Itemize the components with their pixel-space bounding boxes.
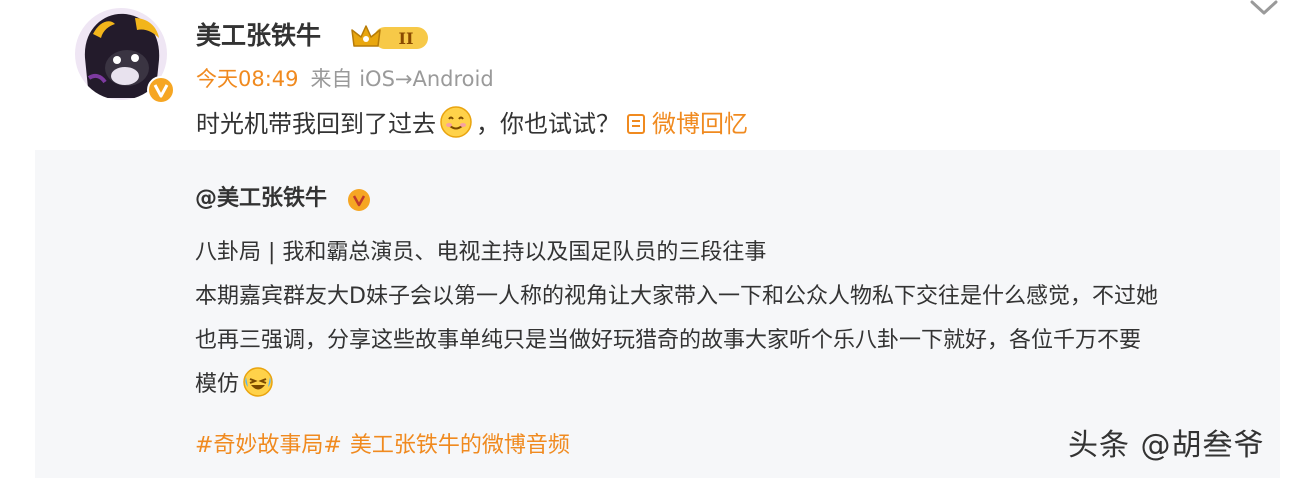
- username[interactable]: 美工张铁牛: [196, 21, 321, 51]
- audio-link[interactable]: 美工张铁牛的微博音频: [350, 433, 570, 458]
- post-source: 来自 iOS→Android: [310, 67, 494, 91]
- watermark: 头条 @胡叁爷: [1068, 428, 1265, 463]
- repost-line: 也再三强调，分享这些故事单纯只是当做好玩猎奇的故事大家听个乐八卦一下就好，各位千…: [195, 328, 1142, 353]
- verified-badge-icon: [147, 76, 175, 104]
- repost-line-last: 模仿: [195, 363, 1255, 407]
- topic-tag[interactable]: #奇妙故事局#: [195, 433, 342, 458]
- laugh-cry-emoji-icon: [243, 367, 273, 397]
- smile-emoji-icon: [440, 106, 472, 138]
- repost-tags: #奇妙故事局# 美工张铁牛的微博音频: [195, 431, 570, 461]
- repost-author[interactable]: @美工张铁牛: [195, 184, 327, 214]
- repost-line-text: 模仿: [195, 372, 240, 397]
- verified-badge-icon: [348, 189, 370, 211]
- vip-crown-badge-icon[interactable]: II: [350, 22, 430, 52]
- repost-line: 八卦局 | 我和霸总演员、电视主持以及国足队员的三段往事: [195, 240, 767, 265]
- vip-level-text: II: [399, 29, 414, 48]
- repost-text: 八卦局 | 我和霸总演员、电视主持以及国足队员的三段往事 本期嘉宾群友大D妹子会…: [195, 231, 1255, 407]
- post-text: 时光机带我回到了过去 ，你也试试？ 微博回忆: [196, 106, 748, 142]
- chevron-down-icon[interactable]: [1248, 0, 1280, 18]
- post-meta: 今天08:49 来自 iOS→Android: [196, 66, 494, 92]
- repost-line: 本期嘉宾群友大D妹子会以第一人称的视角让大家带入一下和公众人物私下交往是什么感觉…: [195, 284, 1158, 309]
- memory-link-icon[interactable]: [626, 113, 646, 135]
- post-text-part2: ，你也试试？: [476, 110, 620, 138]
- memory-link[interactable]: 微博回忆: [652, 110, 748, 138]
- post-time[interactable]: 今天08:49: [196, 67, 299, 91]
- post-text-part1: 时光机带我回到了过去: [196, 110, 436, 138]
